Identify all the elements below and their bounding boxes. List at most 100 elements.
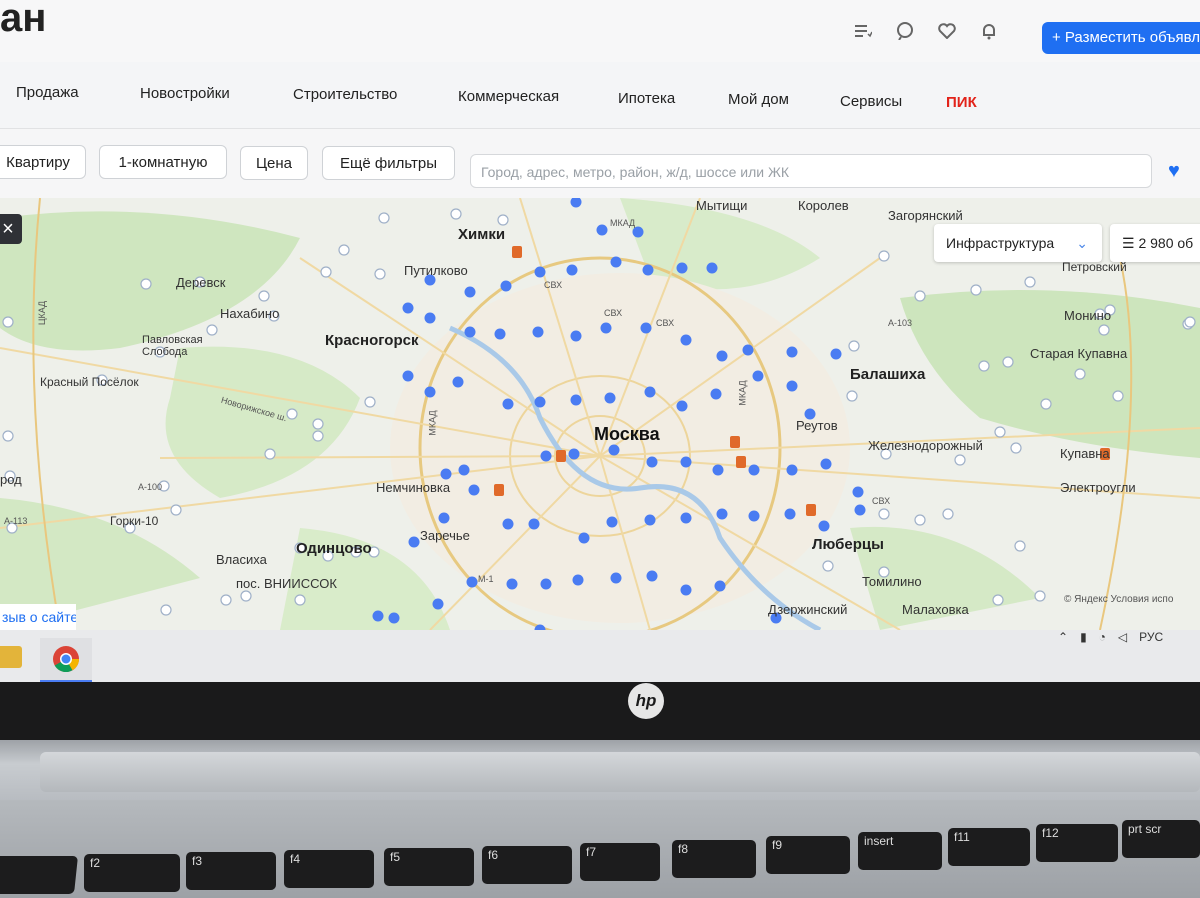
map-marker-listing[interactable]	[534, 266, 546, 278]
map-marker-inactive[interactable]	[992, 594, 1004, 606]
map-marker-inactive[interactable]	[450, 208, 462, 220]
nav-item-mortgage[interactable]: Ипотека	[618, 90, 675, 107]
map-marker-inactive[interactable]	[312, 418, 324, 430]
map-marker-inactive[interactable]	[2, 430, 14, 442]
map-marker-listing[interactable]	[748, 464, 760, 476]
price-filter[interactable]: Цена	[240, 146, 308, 180]
map-marker-inactive[interactable]	[1184, 316, 1196, 328]
map-marker-listing[interactable]	[644, 386, 656, 398]
map-marker-inactive[interactable]	[1002, 356, 1014, 368]
key-f5[interactable]: f5	[384, 848, 474, 886]
list-icon[interactable]	[852, 20, 874, 42]
map-marker-listing[interactable]	[644, 514, 656, 526]
map-marker-listing[interactable]	[640, 322, 652, 334]
nav-item-new-buildings[interactable]: Новостройки	[140, 85, 230, 102]
property-type-select[interactable]: Квартиру	[0, 145, 86, 179]
map-marker-inactive[interactable]	[320, 266, 332, 278]
key-insert[interactable]: insert	[858, 832, 942, 870]
map-marker-listing[interactable]	[528, 518, 540, 530]
map-marker-listing[interactable]	[706, 262, 718, 274]
heart-icon[interactable]: ♥	[1168, 160, 1180, 183]
map-marker-listing[interactable]	[610, 256, 622, 268]
nav-item-pik[interactable]: ПИК	[946, 94, 977, 111]
map-marker-listing[interactable]	[534, 396, 546, 408]
map-marker-listing[interactable]	[432, 598, 444, 610]
map-marker-inactive[interactable]	[258, 290, 270, 302]
nav-item-services[interactable]: Сервисы	[840, 93, 902, 110]
key-f6[interactable]: f6	[482, 846, 572, 884]
map-marker-listing[interactable]	[572, 574, 584, 586]
map-marker-listing[interactable]	[786, 346, 798, 358]
map-marker-inactive[interactable]	[312, 430, 324, 442]
key-f9[interactable]: f9	[766, 836, 850, 874]
map-marker-listing[interactable]	[570, 394, 582, 406]
chevron-up-icon[interactable]: ⌃	[1058, 630, 1068, 644]
map-marker-listing[interactable]	[604, 392, 616, 404]
map-marker-listing[interactable]	[786, 464, 798, 476]
map-marker-inactive[interactable]	[914, 290, 926, 302]
map-marker-inactive[interactable]	[1024, 276, 1036, 288]
map-marker-listing[interactable]	[610, 572, 622, 584]
map-marker-listing[interactable]	[452, 376, 464, 388]
map-marker-inactive[interactable]	[978, 360, 990, 372]
map-marker-inactive[interactable]	[878, 250, 890, 262]
key-f11[interactable]: f11	[948, 828, 1030, 866]
key-f3[interactable]: f3	[186, 852, 276, 890]
map-marker-listing[interactable]	[680, 512, 692, 524]
map-marker-inactive[interactable]	[1074, 368, 1086, 380]
map-marker-listing[interactable]	[710, 388, 722, 400]
map-marker-inactive[interactable]	[286, 408, 298, 420]
map-marker-listing[interactable]	[532, 326, 544, 338]
map-marker-inactive[interactable]	[294, 594, 306, 606]
map-marker-listing[interactable]	[676, 400, 688, 412]
map-marker-listing[interactable]	[458, 464, 470, 476]
map-marker-listing[interactable]	[642, 264, 654, 276]
map-marker-listing[interactable]	[608, 444, 620, 456]
map-marker-listing[interactable]	[468, 484, 480, 496]
map-marker-listing[interactable]	[852, 486, 864, 498]
map-marker-listing[interactable]	[540, 450, 552, 462]
key-print-screen[interactable]: prt scr	[1122, 820, 1200, 858]
map-marker-listing[interactable]	[388, 612, 400, 624]
map-marker-listing[interactable]	[570, 198, 582, 208]
map-marker-inactive[interactable]	[264, 448, 276, 460]
map-marker-listing[interactable]	[716, 350, 728, 362]
heart-icon[interactable]	[936, 20, 958, 42]
map-marker-inactive[interactable]	[1034, 590, 1046, 602]
map-marker-inactive[interactable]	[994, 426, 1006, 438]
close-icon[interactable]: ×	[0, 214, 22, 244]
map-marker-listing[interactable]	[632, 226, 644, 238]
map-marker-inactive[interactable]	[497, 214, 509, 226]
nav-item-construction[interactable]: Строительство	[293, 86, 397, 103]
bell-icon[interactable]	[978, 20, 1000, 42]
map-marker-listing[interactable]	[784, 508, 796, 520]
map-marker-listing[interactable]	[820, 458, 832, 470]
map-marker-listing[interactable]	[408, 536, 420, 548]
post-ad-button[interactable]: + Разместить объявл	[1042, 22, 1200, 54]
map-marker-listing[interactable]	[424, 312, 436, 324]
map-marker-listing[interactable]	[402, 370, 414, 382]
key-f12[interactable]: f12	[1036, 824, 1118, 862]
map-marker-listing[interactable]	[716, 508, 728, 520]
map-marker-inactive[interactable]	[2, 316, 14, 328]
map-marker-inactive[interactable]	[846, 390, 858, 402]
map-marker-inactive[interactable]	[160, 604, 172, 616]
nav-item-my-home[interactable]: Мой дом	[728, 91, 789, 108]
map-marker-listing[interactable]	[402, 302, 414, 314]
language-indicator[interactable]: РУС	[1139, 630, 1163, 644]
map-marker-listing[interactable]	[578, 532, 590, 544]
map-marker-listing[interactable]	[600, 322, 612, 334]
feedback-button[interactable]: зыв о сайте	[0, 604, 76, 630]
map-marker-inactive[interactable]	[1098, 324, 1110, 336]
map-marker-inactive[interactable]	[954, 454, 966, 466]
map-marker-inactive[interactable]	[170, 504, 182, 516]
map-marker-listing[interactable]	[596, 224, 608, 236]
key-f2[interactable]: f2	[84, 854, 180, 892]
map-marker-inactive[interactable]	[1112, 390, 1124, 402]
key-f1[interactable]	[0, 856, 78, 894]
chat-icon[interactable]	[894, 20, 916, 42]
nav-item-sale[interactable]: Продажа	[16, 84, 79, 101]
map-marker-inactive[interactable]	[914, 514, 926, 526]
map-marker-listing[interactable]	[680, 456, 692, 468]
key-f8[interactable]: f8	[672, 840, 756, 878]
